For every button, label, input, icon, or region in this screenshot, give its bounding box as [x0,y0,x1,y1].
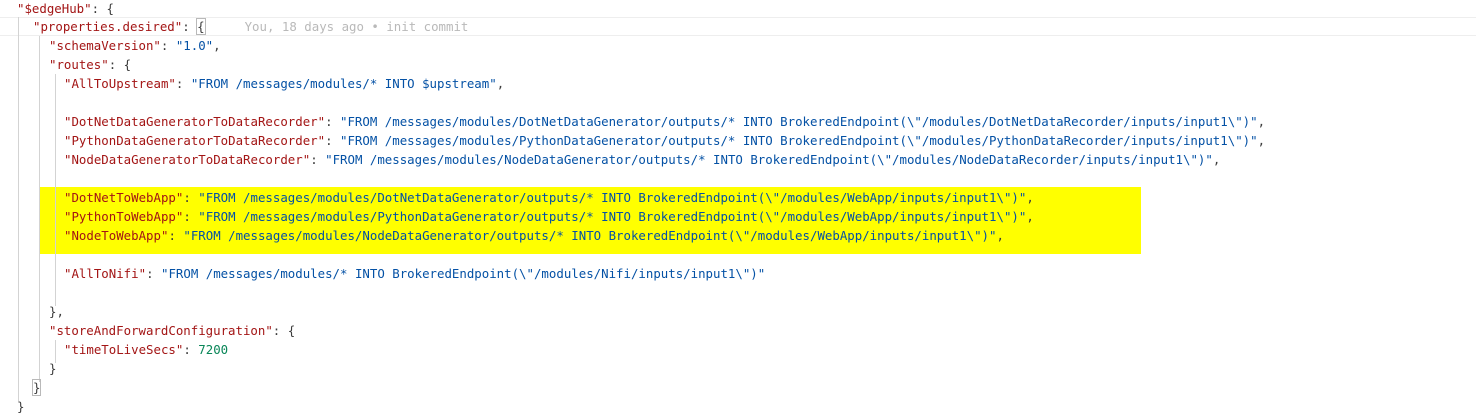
code-line: "schemaVersion": "1.0", [49,38,221,53]
json-key: "NodeToWebApp" [64,228,169,243]
json-string: "FROM /messages/modules/* INTO BrokeredE… [160,266,766,281]
json-key: "AllToUpstream" [64,76,176,91]
matched-bracket: } [31,379,42,396]
json-number: 7200 [198,342,229,357]
code-line: "DotNetToWebApp": "FROM /messages/module… [64,190,1034,205]
code-line: "NodeDataGeneratorToDataRecorder": "FROM… [64,152,1221,167]
indent-guide [55,74,56,306]
json-key: "PythonDataGeneratorToDataRecorder" [64,133,326,148]
indent-guide [39,36,40,382]
json-key: "storeAndForwardConfiguration" [49,323,273,338]
code-line: }, [49,304,64,319]
json-string: "FROM /messages/modules/PythonDataGenera… [340,133,1258,148]
code-line: "$edgeHub": { [17,1,114,16]
json-key: "PythonToWebApp" [64,209,184,224]
indent-guide [18,17,19,401]
json-string: "1.0" [175,38,214,53]
code-line: "NodeToWebApp": "FROM /messages/modules/… [64,228,1004,243]
code-line: "PythonToWebApp": "FROM /messages/module… [64,209,1034,224]
code-line: "AllToUpstream": "FROM /messages/modules… [64,76,505,91]
json-key: "AllToNifi" [64,266,147,281]
json-string: "FROM /messages/modules/DotNetDataGenera… [340,114,1258,129]
json-string: "FROM /messages/modules/* INTO $upstream… [190,76,497,91]
json-key: "NodeDataGeneratorToDataRecorder" [64,152,311,167]
json-key: "DotNetDataGeneratorToDataRecorder" [64,114,326,129]
code-line: } [17,399,25,413]
json-string: "FROM /messages/modules/DotNetDataGenera… [198,190,1027,205]
code-line: "PythonDataGeneratorToDataRecorder": "FR… [64,133,1266,148]
json-key: "$edgeHub" [17,1,92,16]
json-string: "FROM /messages/modules/PythonDataGenera… [198,209,1027,224]
json-key: "schemaVersion" [49,38,161,53]
json-key: "timeToLiveSecs" [64,342,184,357]
code-line: "AllToNifi": "FROM /messages/modules/* I… [64,266,766,281]
code-line: "DotNetDataGeneratorToDataRecorder": "FR… [64,114,1266,129]
json-key: "properties.desired" [33,19,183,34]
code-editor[interactable]: "$edgeHub": { "properties.desired": {You… [0,0,1476,413]
code-line: "storeAndForwardConfiguration": { [49,323,296,338]
code-line: } [31,378,42,397]
code-line: "timeToLiveSecs": 7200 [64,342,229,357]
code-line: "routes": { [49,57,132,72]
json-key: "routes" [49,57,109,72]
json-string: "FROM /messages/modules/NodeDataGenerato… [325,152,1213,167]
json-key: "DotNetToWebApp" [64,190,184,205]
git-blame-annotation: You, 18 days ago • init commit [244,19,469,34]
matched-bracket: { [196,18,206,35]
code-line: } [49,361,57,376]
code-line: "properties.desired": {You, 18 days ago … [33,18,469,35]
json-string: "FROM /messages/modules/NodeDataGenerato… [183,228,997,243]
